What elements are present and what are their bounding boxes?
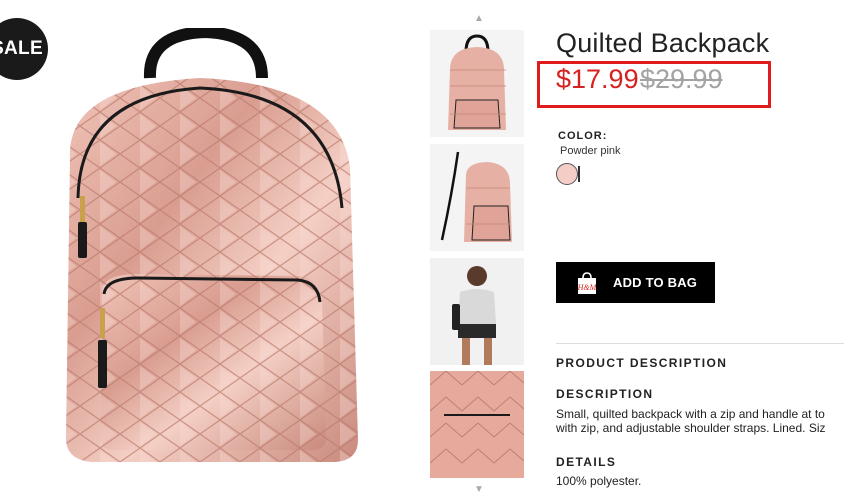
thumbnail-up-arrow-icon[interactable]: ▲ <box>472 14 486 24</box>
thumbnail-model[interactable] <box>430 258 524 365</box>
bag-logo-text: H&M <box>577 283 598 292</box>
product-description-heading[interactable]: PRODUCT DESCRIPTION <box>556 356 727 370</box>
add-to-bag-button[interactable]: H&M ADD TO BAG <box>556 262 715 303</box>
description-line-2: with zip, and adjustable shoulder straps… <box>556 421 826 435</box>
thumbnail-side[interactable] <box>430 144 524 251</box>
section-divider <box>556 343 844 344</box>
description-line-1: Small, quilted backpack with a zip and h… <box>556 407 825 421</box>
shopping-bag-icon: H&M <box>576 271 598 295</box>
color-value: Powder pink <box>560 145 621 157</box>
add-to-bag-label: ADD TO BAG <box>613 275 698 290</box>
thumbnail-down-arrow-icon[interactable]: ▼ <box>472 485 486 495</box>
color-label: COLOR: <box>558 130 608 142</box>
original-price: $29.99 <box>640 64 723 94</box>
main-product-image[interactable] <box>40 25 380 490</box>
swatch-selection-indicator <box>578 166 580 182</box>
thumbnail-detail[interactable] <box>430 371 524 478</box>
product-title: Quilted Backpack <box>556 28 770 58</box>
details-heading: DETAILS <box>556 455 617 469</box>
details-text: 100% polyester. <box>556 474 642 488</box>
description-heading: DESCRIPTION <box>556 387 654 401</box>
color-swatch-powder-pink[interactable] <box>556 163 578 185</box>
description-text: Small, quilted backpack with a zip and h… <box>556 407 844 435</box>
thumbnail-front[interactable] <box>430 30 524 137</box>
sale-price: $17.99 <box>556 64 639 94</box>
